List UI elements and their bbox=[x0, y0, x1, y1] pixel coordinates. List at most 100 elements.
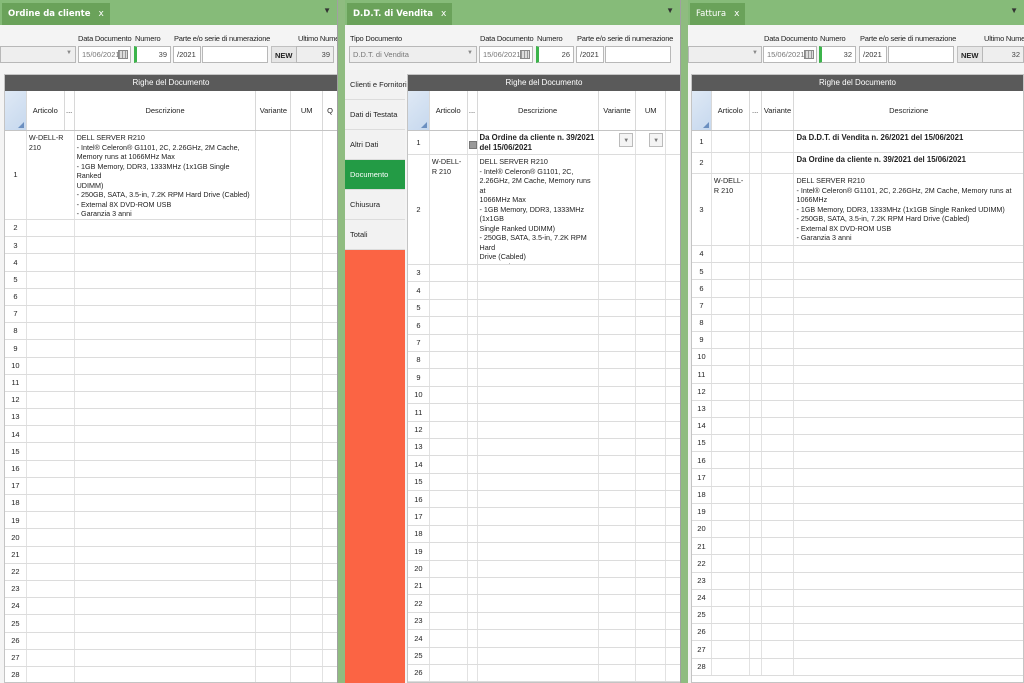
table-row[interactable]: 18 bbox=[408, 525, 680, 544]
cell-um[interactable] bbox=[291, 649, 324, 666]
table-row[interactable]: 9 bbox=[408, 369, 680, 387]
cell-um[interactable] bbox=[636, 369, 667, 386]
cell-variante[interactable] bbox=[762, 349, 795, 366]
cell-q[interactable] bbox=[323, 650, 337, 666]
col-extra[interactable] bbox=[666, 91, 680, 130]
cell-q[interactable] bbox=[323, 392, 337, 408]
cell-dots[interactable] bbox=[750, 503, 762, 520]
cell-dots[interactable] bbox=[750, 383, 762, 400]
cell-extra[interactable] bbox=[666, 561, 680, 577]
cell-variante[interactable] bbox=[762, 331, 795, 349]
cell-um[interactable] bbox=[636, 282, 667, 299]
minus-icon[interactable] bbox=[468, 141, 477, 149]
cell-articolo[interactable] bbox=[430, 595, 468, 612]
table-row[interactable]: 5 bbox=[5, 271, 337, 289]
cell-variante[interactable] bbox=[762, 280, 795, 297]
cell-dots[interactable] bbox=[468, 421, 478, 438]
cell-um[interactable] bbox=[291, 615, 324, 632]
cell-q[interactable] bbox=[323, 633, 337, 649]
cell-descrizione[interactable] bbox=[478, 560, 599, 578]
cell-q[interactable] bbox=[323, 220, 337, 236]
cell-variante[interactable] bbox=[599, 369, 637, 386]
cell-articolo[interactable] bbox=[712, 417, 750, 435]
table-row[interactable]: 22 bbox=[408, 595, 680, 613]
cell-dots[interactable] bbox=[750, 624, 762, 641]
calendar-icon[interactable] bbox=[118, 50, 128, 59]
cell-variante[interactable] bbox=[256, 254, 292, 271]
table-row[interactable]: 4 bbox=[692, 246, 1023, 264]
cell-descrizione[interactable] bbox=[478, 525, 599, 543]
cell-articolo[interactable] bbox=[712, 589, 750, 606]
chevron-down-icon[interactable]: ▼ bbox=[619, 133, 634, 147]
cell-dots[interactable] bbox=[750, 606, 762, 624]
col-variante[interactable]: Variante bbox=[256, 91, 292, 130]
cell-q[interactable] bbox=[323, 581, 337, 597]
cell-articolo[interactable] bbox=[430, 456, 468, 473]
cell-variante[interactable] bbox=[599, 560, 637, 578]
cell-dots[interactable] bbox=[750, 658, 762, 675]
cell-um[interactable] bbox=[636, 508, 667, 525]
cell-descrizione[interactable] bbox=[75, 495, 257, 512]
cell-variante[interactable] bbox=[599, 612, 637, 630]
cell-articolo[interactable] bbox=[430, 491, 468, 508]
cell-q[interactable] bbox=[323, 564, 337, 580]
cell-variante[interactable] bbox=[762, 606, 795, 624]
table-row[interactable]: 11 bbox=[692, 366, 1023, 384]
cell-um[interactable] bbox=[291, 598, 324, 615]
cell-variante[interactable]: ▼ bbox=[599, 131, 637, 154]
cell-articolo[interactable] bbox=[712, 658, 750, 675]
cell-um[interactable] bbox=[291, 460, 324, 477]
cell-um[interactable] bbox=[291, 131, 324, 219]
cell-articolo[interactable] bbox=[27, 323, 75, 340]
new-button[interactable]: NEW bbox=[271, 46, 297, 63]
cell-extra[interactable] bbox=[666, 404, 680, 420]
cell-variante[interactable] bbox=[256, 632, 292, 649]
cell-dots[interactable] bbox=[468, 456, 478, 473]
cell-q[interactable] bbox=[323, 529, 337, 545]
cell-variante[interactable] bbox=[762, 521, 795, 538]
table-row[interactable]: 24 bbox=[692, 589, 1023, 607]
table-row[interactable]: 25 bbox=[5, 615, 337, 633]
cell-variante[interactable] bbox=[256, 288, 292, 305]
table-row[interactable]: 18 bbox=[692, 486, 1023, 504]
cell-dots[interactable] bbox=[468, 612, 478, 630]
cell-um[interactable] bbox=[291, 512, 324, 529]
table-row[interactable]: 15 bbox=[5, 443, 337, 461]
cell-descrizione[interactable]: DELL SERVER R210 - Intel® Celeron® G1101… bbox=[794, 174, 1023, 245]
cell-dots[interactable] bbox=[750, 521, 762, 538]
cell-variante[interactable] bbox=[762, 131, 795, 152]
cell-descrizione[interactable] bbox=[794, 538, 1023, 554]
cell-articolo[interactable] bbox=[430, 664, 468, 682]
cell-variante[interactable] bbox=[599, 421, 637, 438]
cell-dots[interactable] bbox=[750, 131, 762, 152]
cell-descrizione[interactable] bbox=[75, 237, 257, 254]
cell-articolo[interactable] bbox=[27, 391, 75, 409]
table-row[interactable]: 17 bbox=[692, 469, 1023, 487]
cell-dots[interactable] bbox=[468, 647, 478, 664]
cell-dots[interactable] bbox=[468, 560, 478, 578]
cell-articolo[interactable] bbox=[712, 435, 750, 452]
cell-articolo[interactable] bbox=[430, 386, 468, 404]
cell-descrizione[interactable] bbox=[75, 357, 257, 374]
cell-dots[interactable] bbox=[750, 417, 762, 435]
cell-variante[interactable] bbox=[599, 404, 637, 421]
cell-variante[interactable] bbox=[256, 237, 292, 254]
cell-descrizione[interactable] bbox=[794, 641, 1023, 657]
table-row[interactable]: 26 bbox=[5, 632, 337, 650]
cell-variante[interactable] bbox=[599, 664, 637, 682]
cell-descrizione[interactable] bbox=[75, 477, 257, 494]
cell-articolo[interactable] bbox=[27, 220, 75, 237]
cell-dots[interactable] bbox=[750, 400, 762, 417]
table-row[interactable]: 12 bbox=[5, 391, 337, 410]
cell-variante[interactable] bbox=[599, 508, 637, 525]
cell-um[interactable] bbox=[291, 323, 324, 340]
col-variante[interactable]: Variante bbox=[599, 91, 637, 130]
cell-um[interactable] bbox=[636, 351, 667, 369]
cell-q[interactable] bbox=[323, 272, 337, 288]
cell-dots[interactable] bbox=[750, 280, 762, 297]
cell-articolo[interactable] bbox=[27, 340, 75, 357]
cell-dots[interactable] bbox=[750, 331, 762, 349]
cell-um[interactable] bbox=[636, 421, 667, 438]
cell-dots[interactable] bbox=[750, 555, 762, 572]
cell-um[interactable] bbox=[291, 357, 324, 374]
